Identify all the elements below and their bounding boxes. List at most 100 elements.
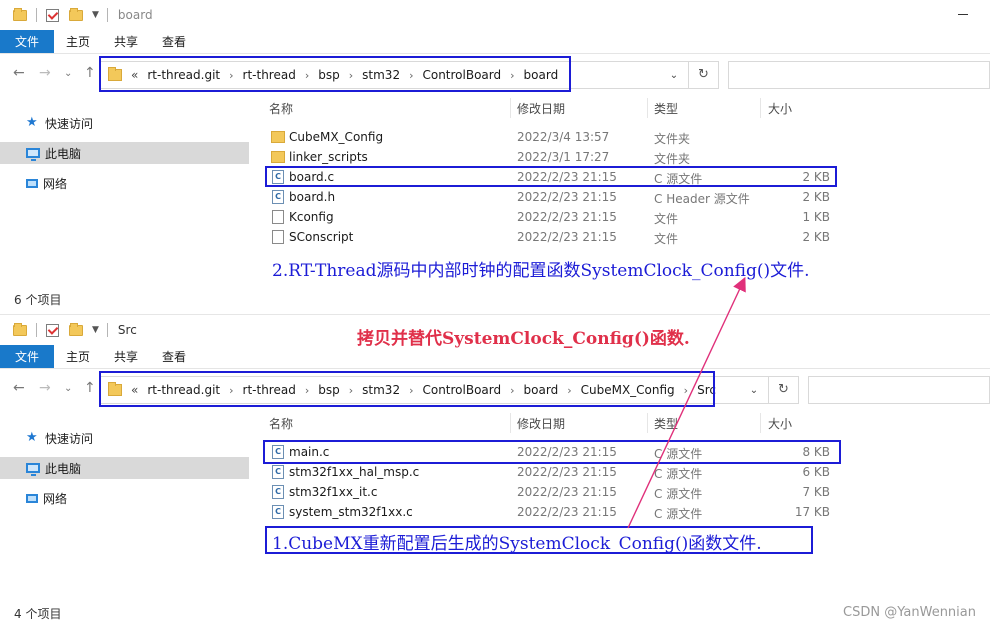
column-divider[interactable] bbox=[510, 98, 511, 118]
sidebar-item-this-pc[interactable]: 此电脑 bbox=[0, 142, 249, 164]
refresh-icon[interactable]: ↻ bbox=[688, 62, 718, 88]
breadcrumb-item[interactable]: bsp bbox=[318, 383, 340, 397]
column-divider[interactable] bbox=[760, 98, 761, 118]
file-row[interactable]: C main.c 2022/2/23 21:15 C 源文件 8 KB bbox=[260, 442, 840, 462]
file-row[interactable]: linker_scripts 2022/3/1 17:27 文件夹 bbox=[260, 147, 840, 167]
breadcrumb-chevron-icon[interactable]: › bbox=[409, 69, 413, 82]
file-row[interactable]: C stm32f1xx_hal_msp.c 2022/2/23 21:15 C … bbox=[260, 462, 840, 482]
breadcrumb-chevron-icon[interactable]: › bbox=[510, 69, 514, 82]
breadcrumb-item[interactable]: Src bbox=[697, 383, 716, 397]
overflow-chevron-icon[interactable]: « bbox=[131, 383, 138, 397]
breadcrumb-item[interactable]: board bbox=[524, 383, 559, 397]
breadcrumb-item[interactable]: rt-thread bbox=[243, 383, 296, 397]
refresh-icon[interactable]: ↻ bbox=[768, 377, 798, 403]
column-divider[interactable] bbox=[647, 98, 648, 118]
file-row[interactable]: Kconfig 2022/2/23 21:15 文件 1 KB bbox=[260, 207, 840, 227]
minimize-icon[interactable] bbox=[958, 14, 968, 15]
column-name[interactable]: 名称 bbox=[269, 415, 293, 432]
column-type[interactable]: 类型 bbox=[654, 100, 678, 117]
sidebar-item-network[interactable]: 网络 bbox=[0, 487, 249, 509]
column-name[interactable]: 名称 bbox=[269, 100, 293, 117]
properties-check-icon[interactable] bbox=[46, 8, 59, 22]
sidebar-item-label: 快速访问 bbox=[45, 431, 94, 446]
address-bar[interactable]: « rt-thread.git › rt-thread › bsp › stm3… bbox=[99, 61, 719, 89]
file-row[interactable]: CubeMX_Config 2022/3/4 13:57 文件夹 bbox=[260, 127, 840, 147]
address-bar[interactable]: « rt-thread.git › rt-thread › bsp › stm3… bbox=[99, 376, 799, 404]
column-date[interactable]: 修改日期 bbox=[517, 415, 565, 432]
tab-view[interactable]: 查看 bbox=[150, 30, 198, 53]
breadcrumb-chevron-icon[interactable]: › bbox=[305, 384, 309, 397]
breadcrumb-item[interactable]: rt-thread.git bbox=[147, 383, 220, 397]
file-row[interactable]: SConscript 2022/2/23 21:15 文件 2 KB bbox=[260, 227, 840, 247]
up-arrow-icon[interactable]: ↑ bbox=[84, 65, 96, 81]
folder-icon[interactable] bbox=[13, 322, 27, 336]
sidebar-item-quick-access[interactable]: ★ 快速访问 bbox=[0, 427, 249, 449]
column-divider[interactable] bbox=[647, 413, 648, 433]
file-row[interactable]: C board.h 2022/2/23 21:15 C Header 源文件 2… bbox=[260, 187, 840, 207]
tab-home[interactable]: 主页 bbox=[54, 345, 102, 368]
breadcrumb-item[interactable]: CubeMX_Config bbox=[581, 383, 675, 397]
column-divider[interactable] bbox=[760, 413, 761, 433]
breadcrumb-item[interactable]: bsp bbox=[318, 68, 340, 82]
window-title: Src bbox=[117, 323, 137, 337]
breadcrumb-item[interactable]: stm32 bbox=[362, 68, 400, 82]
breadcrumb-item[interactable]: ControlBoard bbox=[422, 383, 501, 397]
address-controls: ⌄ ↻ bbox=[740, 377, 798, 403]
properties-check-icon[interactable] bbox=[46, 323, 59, 337]
chevron-down-icon[interactable]: ▼ bbox=[92, 325, 99, 335]
file-type: 文件 bbox=[654, 232, 679, 246]
column-date[interactable]: 修改日期 bbox=[517, 100, 565, 117]
breadcrumb-chevron-icon[interactable]: › bbox=[409, 384, 413, 397]
breadcrumb-item[interactable]: rt-thread bbox=[243, 68, 296, 82]
sidebar-item-this-pc[interactable]: 此电脑 bbox=[0, 457, 249, 479]
breadcrumb-chevron-icon[interactable]: › bbox=[684, 384, 688, 397]
column-size[interactable]: 大小 bbox=[768, 100, 792, 117]
breadcrumb-item[interactable]: stm32 bbox=[362, 383, 400, 397]
back-arrow-icon[interactable]: ← bbox=[13, 65, 25, 81]
forward-arrow-icon[interactable]: → bbox=[39, 380, 51, 396]
breadcrumb-item[interactable]: board bbox=[524, 68, 559, 82]
folder-icon[interactable] bbox=[13, 7, 27, 21]
file-row[interactable]: C stm32f1xx_it.c 2022/2/23 21:15 C 源文件 7… bbox=[260, 482, 840, 502]
tab-view[interactable]: 查看 bbox=[150, 345, 198, 368]
recent-chevron-icon[interactable]: ⌄ bbox=[64, 383, 72, 394]
breadcrumb-chevron-icon[interactable]: › bbox=[349, 384, 353, 397]
file-name: system_stm32f1xx.c bbox=[289, 505, 413, 519]
chevron-down-icon[interactable]: ⌄ bbox=[740, 385, 768, 396]
tab-file[interactable]: 文件 bbox=[0, 345, 55, 368]
overflow-chevron-icon[interactable]: « bbox=[131, 68, 138, 82]
breadcrumb-chevron-icon[interactable]: › bbox=[349, 69, 353, 82]
breadcrumb-chevron-icon[interactable]: › bbox=[567, 384, 571, 397]
search-box[interactable] bbox=[728, 61, 990, 89]
back-arrow-icon[interactable]: ← bbox=[13, 380, 25, 396]
file-date: 2022/2/23 21:15 bbox=[517, 505, 617, 519]
search-box[interactable] bbox=[808, 376, 990, 404]
breadcrumb-item[interactable]: rt-thread.git bbox=[147, 68, 220, 82]
tab-home[interactable]: 主页 bbox=[54, 30, 102, 53]
forward-arrow-icon[interactable]: → bbox=[39, 65, 51, 81]
tab-file[interactable]: 文件 bbox=[0, 30, 55, 53]
new-folder-icon[interactable] bbox=[69, 7, 83, 21]
tab-share[interactable]: 共享 bbox=[102, 345, 150, 368]
column-divider[interactable] bbox=[510, 413, 511, 433]
breadcrumb-chevron-icon[interactable]: › bbox=[229, 69, 233, 82]
file-date: 2022/2/23 21:15 bbox=[517, 210, 617, 224]
recent-chevron-icon[interactable]: ⌄ bbox=[64, 68, 72, 79]
column-size[interactable]: 大小 bbox=[768, 415, 792, 432]
breadcrumb-chevron-icon[interactable]: › bbox=[510, 384, 514, 397]
sidebar-item-quick-access[interactable]: ★ 快速访问 bbox=[0, 112, 249, 134]
up-arrow-icon[interactable]: ↑ bbox=[84, 380, 96, 396]
breadcrumb-chevron-icon[interactable]: › bbox=[229, 384, 233, 397]
tab-share[interactable]: 共享 bbox=[102, 30, 150, 53]
chevron-down-icon[interactable]: ⌄ bbox=[660, 70, 688, 81]
ribbon-tabs: 文件 主页 共享 查看 bbox=[0, 30, 990, 54]
breadcrumb-item[interactable]: ControlBoard bbox=[422, 68, 501, 82]
new-folder-icon[interactable] bbox=[69, 322, 83, 336]
file-row[interactable]: C board.c 2022/2/23 21:15 C 源文件 2 KB bbox=[260, 167, 840, 187]
breadcrumb-chevron-icon[interactable]: › bbox=[305, 69, 309, 82]
sidebar-item-network[interactable]: 网络 bbox=[0, 172, 249, 194]
column-type[interactable]: 类型 bbox=[654, 415, 678, 432]
navigation-pane: ★ 快速访问 此电脑 网络 bbox=[0, 96, 250, 286]
file-row[interactable]: C system_stm32f1xx.c 2022/2/23 21:15 C 源… bbox=[260, 502, 840, 522]
chevron-down-icon[interactable]: ▼ bbox=[92, 10, 99, 20]
